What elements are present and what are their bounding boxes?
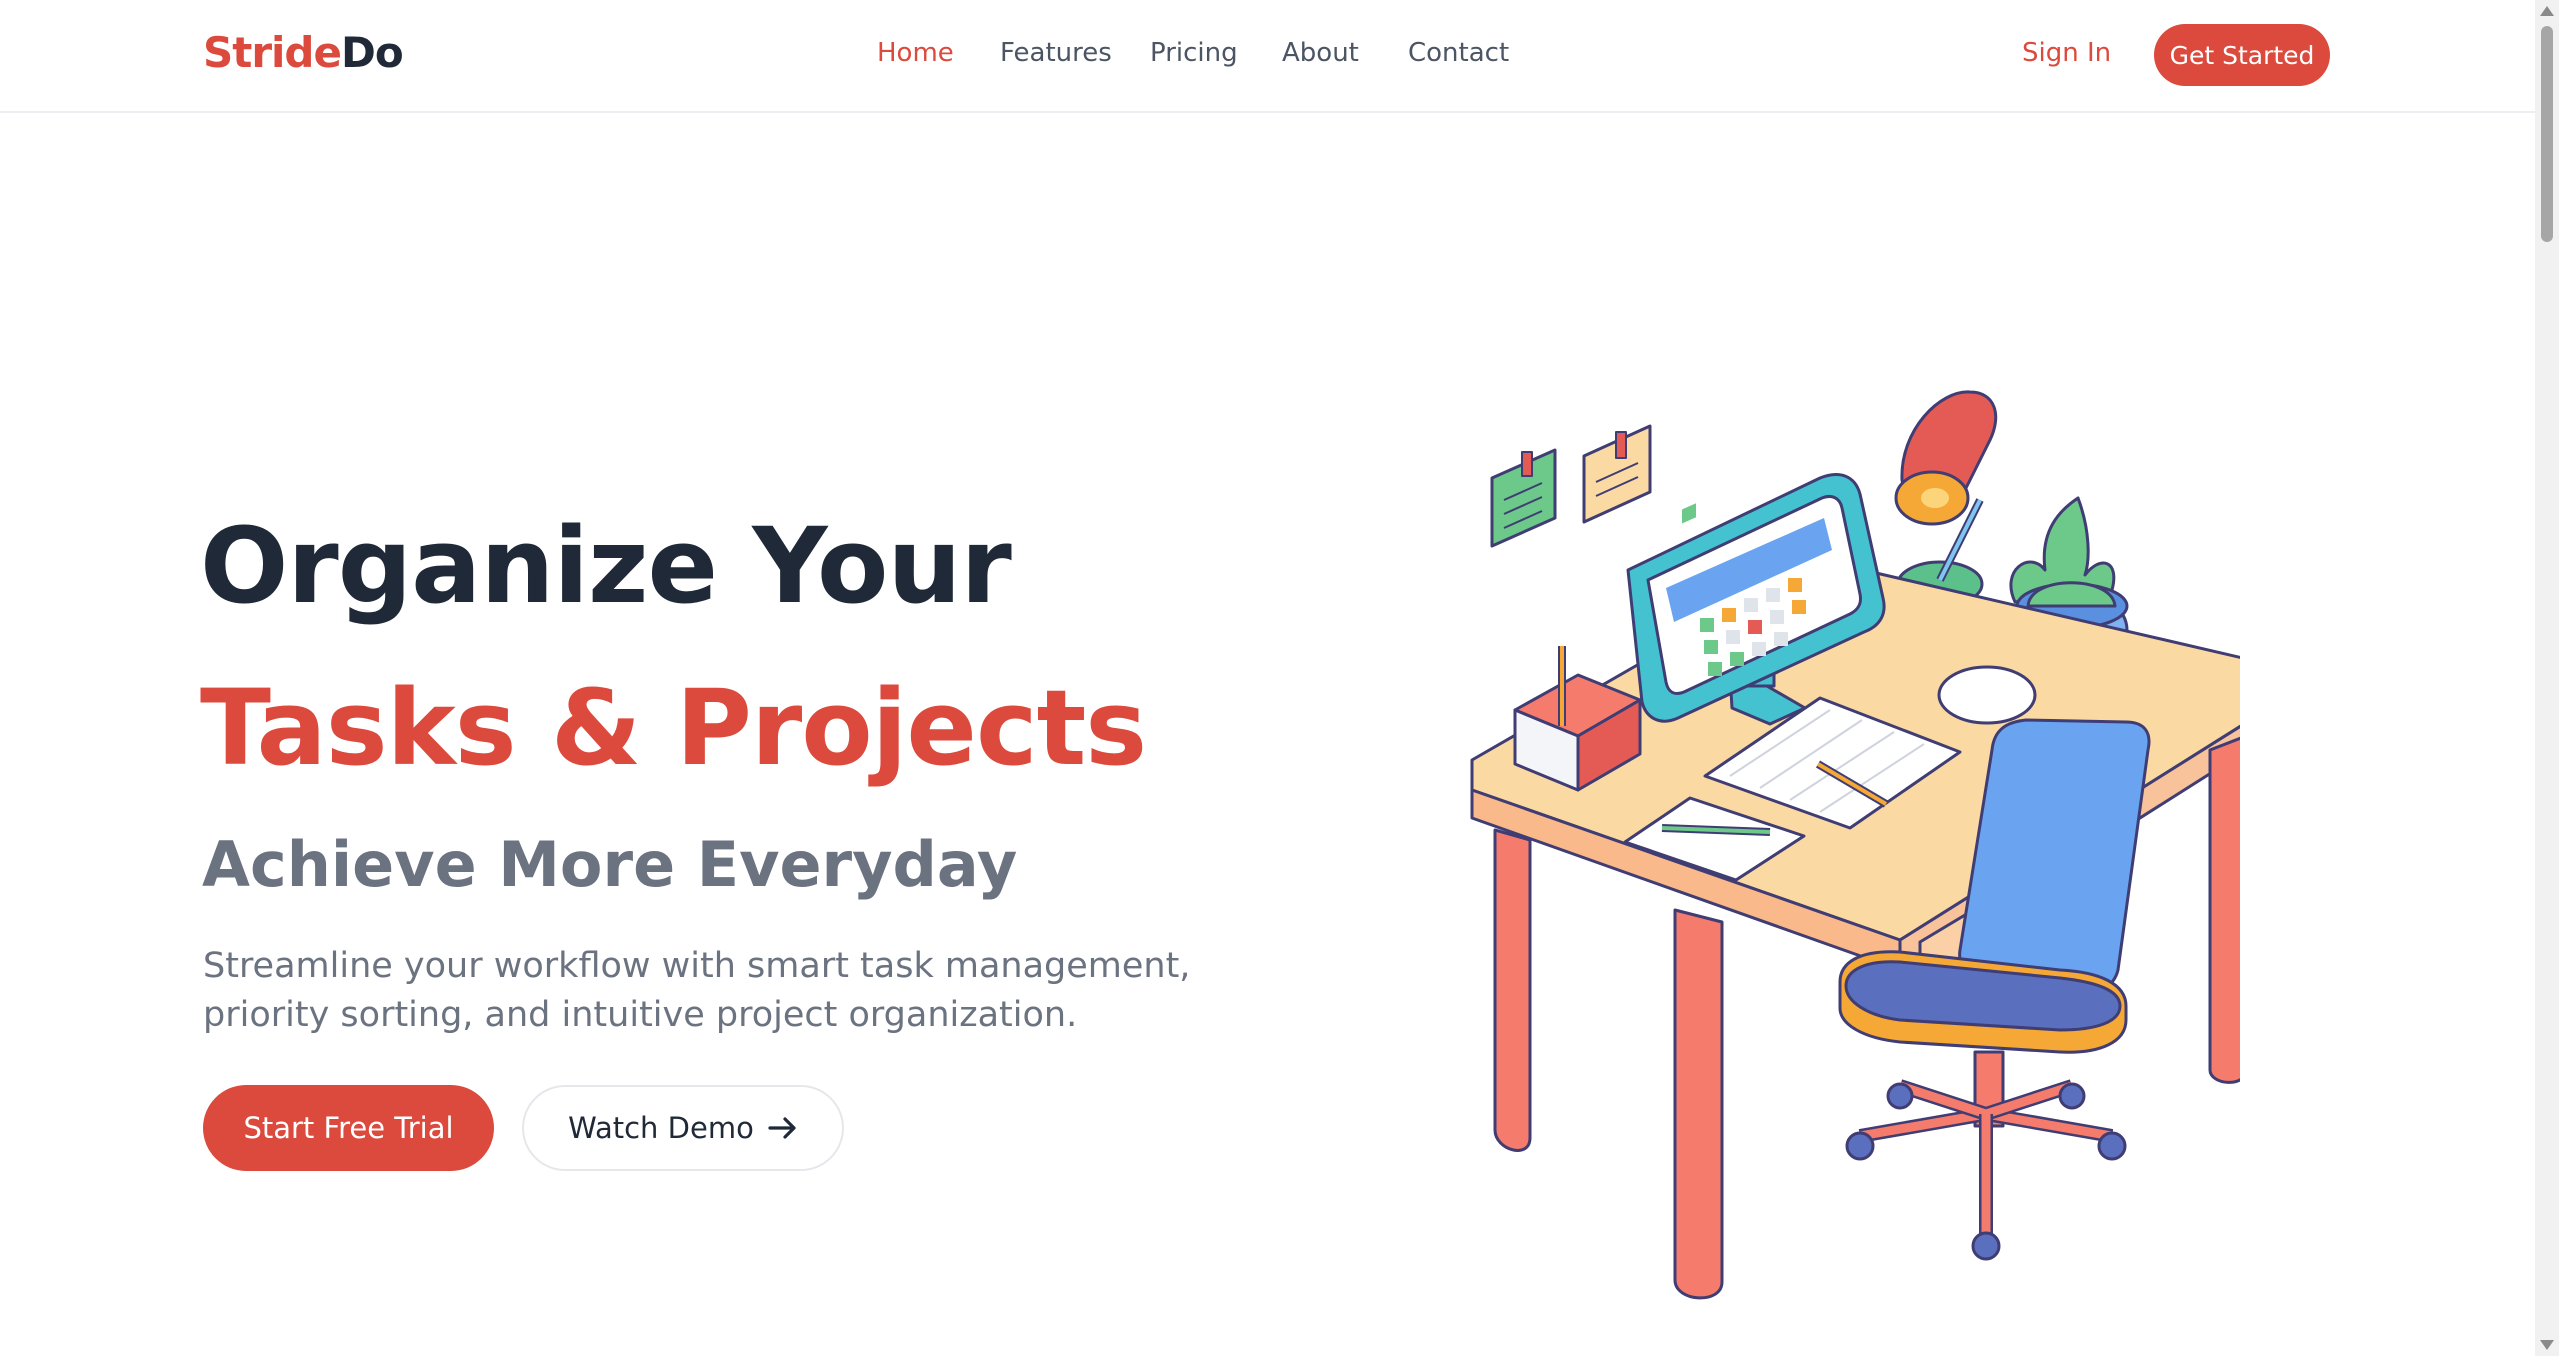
brand-logo[interactable]: StrideDo [203,28,404,77]
arrow-right-icon [768,1117,796,1139]
desk-workspace-illustration [1470,390,2240,1300]
scroll-down-arrow-icon[interactable] [2540,1340,2554,1350]
hero-title-line1: Organize Your [200,505,1012,627]
scroll-thumb[interactable] [2541,26,2553,242]
sticky-note-yellow-icon [1582,424,1652,524]
sticky-note-green-icon [1490,448,1557,548]
sign-in-link[interactable]: Sign In [2022,38,2111,68]
watch-demo-label: Watch Demo [568,1111,754,1145]
hero-description: Streamline your workflow with smart task… [203,946,1191,1035]
desk-lamp-icon [1894,390,1998,608]
start-free-trial-button[interactable]: Start Free Trial [203,1085,494,1171]
nav-item-contact[interactable]: Contact [1408,38,1509,68]
nav-item-features[interactable]: Features [1000,38,1112,68]
site-header: StrideDo Home Features Pricing About Con… [0,0,2535,113]
brand-logo-part2: Do [341,28,404,77]
page-scrollbar[interactable] [2535,0,2559,1356]
brand-logo-part1: Stride [203,28,342,77]
nav-item-pricing[interactable]: Pricing [1150,38,1238,68]
nav-item-about[interactable]: About [1282,38,1359,68]
hero-subtitle: Achieve More Everyday [202,828,1018,901]
watch-demo-button[interactable]: Watch Demo [522,1085,844,1171]
nav-item-home[interactable]: Home [877,38,954,68]
mouse-icon [1937,665,2037,725]
get-started-button[interactable]: Get Started [2154,24,2330,86]
scroll-up-arrow-icon[interactable] [2540,6,2554,16]
hero-title-line2: Tasks & Projects [200,667,1147,789]
